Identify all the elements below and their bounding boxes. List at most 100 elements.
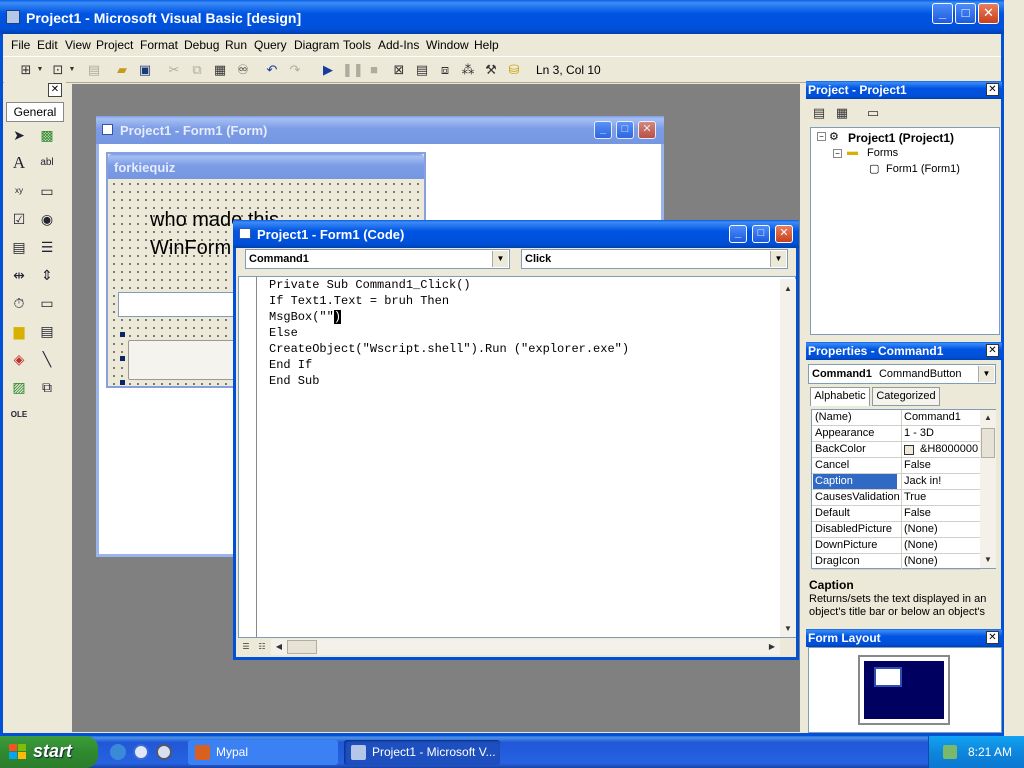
property-value[interactable]: Jack in! <box>901 474 979 489</box>
drivelistbox-icon[interactable]: ▭ <box>36 292 58 314</box>
menu-run[interactable]: Run <box>225 38 247 52</box>
tab-categorized[interactable]: Categorized <box>872 387 940 406</box>
code-vertical-scrollbar[interactable]: ▲ ▼ <box>780 279 796 637</box>
menu-tools[interactable]: Tools <box>343 38 371 52</box>
menu-help[interactable]: Help <box>474 38 499 52</box>
end-icon[interactable]: ■ <box>365 61 383 79</box>
code-text[interactable]: Private Sub Command1_Click() If Text1.Tex… <box>269 277 629 389</box>
property-value[interactable]: 1 - 3D <box>901 426 979 441</box>
shape-icon[interactable]: ◈ <box>8 348 30 370</box>
data-view-icon[interactable]: ⛁ <box>505 61 523 79</box>
tree-collapse-icon[interactable]: − <box>833 149 842 158</box>
selection-handle[interactable] <box>120 380 125 385</box>
property-row-selected[interactable]: Caption Jack in! <box>812 474 980 490</box>
property-row[interactable]: CausesValidation True <box>812 490 980 506</box>
chevron-down-icon[interactable]: ▼ <box>978 366 994 382</box>
scroll-left-icon[interactable]: ◀ <box>271 639 287 655</box>
property-row[interactable]: BackColor &H8000000F <box>812 442 980 458</box>
start-button[interactable]: start <box>0 736 98 768</box>
tree-forms-folder[interactable]: Forms <box>867 147 898 159</box>
procedure-view-icon[interactable]: ☰ <box>238 639 254 655</box>
task-mypal[interactable]: Mypal <box>188 740 338 765</box>
code-window-title-bar[interactable]: Project1 - Form1 (Code) _ □ ✕ <box>233 220 799 248</box>
toolbox-tools-icon[interactable]: ⚒ <box>482 61 500 79</box>
hscroll-thumb[interactable] <box>287 640 317 654</box>
add-form-dropdown-icon[interactable]: ▼ <box>67 61 77 79</box>
image-icon[interactable]: ▨ <box>8 376 30 398</box>
paste-icon[interactable]: ▦ <box>211 61 229 79</box>
object-combo[interactable]: Command1 ▼ <box>245 249 510 269</box>
form-win-close-button[interactable]: ✕ <box>638 121 656 139</box>
property-row[interactable]: Cancel False <box>812 458 980 474</box>
timer-icon[interactable]: ⏱ <box>8 292 30 314</box>
scroll-down-icon[interactable]: ▼ <box>780 621 796 637</box>
copy-icon[interactable]: ⧉ <box>188 61 206 79</box>
break-icon[interactable]: ❚❚ <box>342 61 364 79</box>
code-margin-bar[interactable] <box>239 277 257 637</box>
menu-query[interactable]: Query <box>254 38 287 52</box>
view-object-icon[interactable]: ▦ <box>833 104 851 122</box>
add-project-dropdown-icon[interactable]: ▼ <box>35 61 45 79</box>
menu-window[interactable]: Window <box>426 38 469 52</box>
task-vb-project1[interactable]: Project1 - Microsoft V... <box>344 740 500 765</box>
procedure-combo[interactable]: Click ▼ <box>521 249 788 269</box>
property-value[interactable]: Command1 <box>901 410 979 425</box>
properties-window-icon[interactable]: ▤ <box>413 61 431 79</box>
vscrollbar-icon[interactable]: ⇕ <box>36 264 58 286</box>
code-horizontal-scrollbar[interactable]: ◀ ▶ <box>271 639 780 655</box>
network-tray-icon[interactable] <box>943 745 957 759</box>
scroll-down-icon[interactable]: ▼ <box>980 552 996 568</box>
properties-scroll-thumb[interactable] <box>981 428 995 458</box>
code-win-close-button[interactable]: ✕ <box>775 225 793 243</box>
property-value[interactable]: True <box>901 490 979 505</box>
save-icon[interactable]: ▣ <box>136 61 154 79</box>
find-binoculars-icon[interactable]: ♾ <box>234 61 252 79</box>
listbox-icon[interactable]: ☰ <box>36 236 58 258</box>
data-icon[interactable]: ⧉ <box>36 376 58 398</box>
commandbutton-icon[interactable]: ▭ <box>36 180 58 202</box>
scroll-up-icon[interactable]: ▲ <box>980 410 996 426</box>
form-win-minimize-button[interactable]: _ <box>594 121 612 139</box>
line-icon[interactable]: ╲ <box>36 348 58 370</box>
property-row[interactable]: DisabledPicture (None) <box>812 522 980 538</box>
pointer-icon[interactable]: ➤ <box>8 124 30 146</box>
object-browser-icon[interactable]: ⁂ <box>459 61 477 79</box>
form-win-maximize-button[interactable]: □ <box>616 121 634 139</box>
command1-button[interactable] <box>128 340 248 380</box>
menu-view[interactable]: View <box>65 38 91 52</box>
cut-icon[interactable]: ✂ <box>165 61 183 79</box>
project-panel-close-icon[interactable]: ✕ <box>986 83 999 96</box>
tree-form1-item[interactable]: Form1 (Form1) <box>886 163 960 175</box>
project-explorer-icon[interactable]: ⊠ <box>390 61 408 79</box>
main-title-bar[interactable]: Project1 - Microsoft Visual Basic [desig… <box>0 0 1004 34</box>
add-form-icon[interactable]: ⊡ <box>49 61 67 79</box>
scroll-up-icon[interactable]: ▲ <box>780 281 796 297</box>
undo-icon[interactable]: ↶ <box>263 61 281 79</box>
start-run-icon[interactable]: ▶ <box>319 61 337 79</box>
form-designer-title-bar[interactable]: Project1 - Form1 (Form) _ □ ✕ <box>96 116 664 144</box>
ole-icon[interactable]: OLE <box>8 404 30 426</box>
toggle-folders-icon[interactable]: ▭ <box>864 104 882 122</box>
tab-alphabetic[interactable]: Alphabetic <box>810 387 870 406</box>
minimize-button[interactable]: _ <box>932 3 953 24</box>
menu-editor-icon[interactable]: ▤ <box>85 61 103 79</box>
label-icon[interactable]: A <box>8 152 30 174</box>
full-module-view-icon[interactable]: ☷ <box>254 639 270 655</box>
property-value[interactable]: False <box>901 506 979 521</box>
property-row[interactable]: Appearance 1 - 3D <box>812 426 980 442</box>
frame-icon[interactable]: xy <box>8 180 30 202</box>
menu-file[interactable]: File <box>11 38 30 52</box>
selection-handle[interactable] <box>120 356 125 361</box>
checkbox-icon[interactable]: ☑ <box>8 208 30 230</box>
filelistbox-icon[interactable]: ▤ <box>36 320 58 342</box>
menu-format[interactable]: Format <box>140 38 178 52</box>
ie-icon[interactable] <box>110 744 126 760</box>
form-layout-close-icon[interactable]: ✕ <box>986 631 999 644</box>
selection-handle[interactable] <box>120 332 125 337</box>
chevron-down-icon[interactable]: ▼ <box>770 251 786 267</box>
picturebox-icon[interactable]: ▩ <box>36 124 58 146</box>
property-row[interactable]: (Name) Command1 <box>812 410 980 426</box>
property-value[interactable]: False <box>901 458 979 473</box>
text1-textbox[interactable] <box>118 292 248 317</box>
property-value[interactable]: (None) <box>901 538 979 553</box>
